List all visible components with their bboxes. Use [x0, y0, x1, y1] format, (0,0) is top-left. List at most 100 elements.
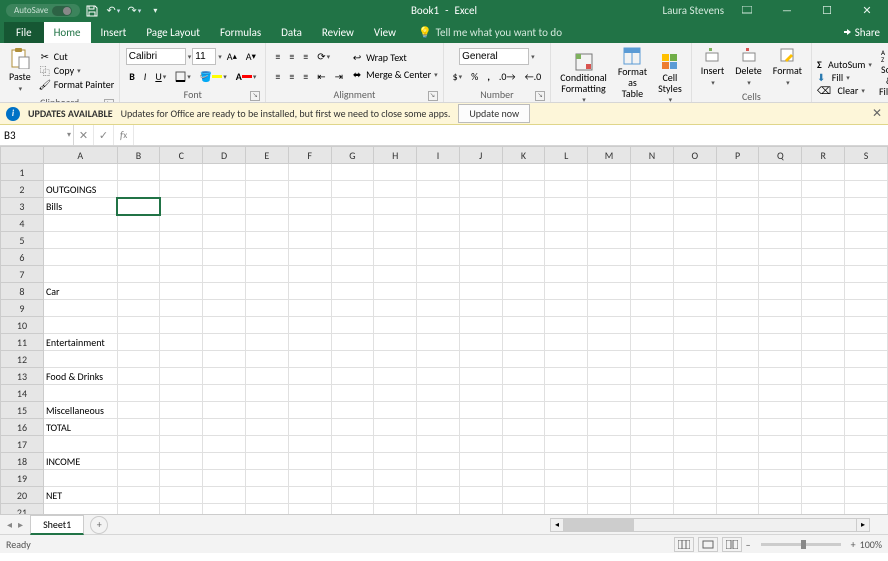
col-header-R[interactable]: R — [802, 147, 845, 164]
cell-A10[interactable] — [43, 317, 117, 334]
cell-E12[interactable] — [245, 351, 288, 368]
col-header-S[interactable]: S — [845, 147, 888, 164]
cell-J19[interactable] — [459, 470, 502, 487]
cell-M18[interactable] — [588, 453, 631, 470]
cell-K10[interactable] — [502, 317, 545, 334]
cell-B1[interactable] — [117, 164, 160, 181]
col-header-O[interactable]: O — [673, 147, 716, 164]
cell-I8[interactable] — [417, 283, 460, 300]
cell-G7[interactable] — [331, 266, 374, 283]
scroll-track[interactable] — [564, 518, 856, 532]
col-header-C[interactable]: C — [160, 147, 203, 164]
cell-B2[interactable] — [117, 181, 160, 198]
cell-B14[interactable] — [117, 385, 160, 402]
cell-S20[interactable] — [845, 487, 888, 504]
cell-P10[interactable] — [716, 317, 759, 334]
cell-C16[interactable] — [160, 419, 203, 436]
cell-C4[interactable] — [160, 215, 203, 232]
cell-L18[interactable] — [545, 453, 588, 470]
cell-J2[interactable] — [459, 181, 502, 198]
cell-K13[interactable] — [502, 368, 545, 385]
cell-F21[interactable] — [288, 504, 331, 515]
cell-P9[interactable] — [716, 300, 759, 317]
row-header-8[interactable]: 8 — [1, 283, 44, 300]
cell-I10[interactable] — [417, 317, 460, 334]
cell-L20[interactable] — [545, 487, 588, 504]
cell-B18[interactable] — [117, 453, 160, 470]
cell-A21[interactable] — [43, 504, 117, 515]
close-icon[interactable]: ✕ — [850, 0, 884, 21]
cell-L13[interactable] — [545, 368, 588, 385]
clear-button[interactable]: ⌫ Clear▾ — [817, 84, 872, 97]
cell-Q8[interactable] — [759, 283, 802, 300]
cell-B8[interactable] — [117, 283, 160, 300]
cell-N8[interactable] — [631, 283, 674, 300]
cell-I7[interactable] — [417, 266, 460, 283]
page-break-view-button[interactable] — [722, 537, 742, 552]
cell-K6[interactable] — [502, 249, 545, 266]
cell-G2[interactable] — [331, 181, 374, 198]
cell-R13[interactable] — [802, 368, 845, 385]
cell-K2[interactable] — [502, 181, 545, 198]
cell-M2[interactable] — [588, 181, 631, 198]
cell-A13[interactable]: Food & Drinks — [43, 368, 117, 385]
cell-F15[interactable] — [288, 402, 331, 419]
col-header-N[interactable]: N — [631, 147, 674, 164]
cell-B4[interactable] — [117, 215, 160, 232]
cell-S8[interactable] — [845, 283, 888, 300]
cell-L17[interactable] — [545, 436, 588, 453]
format-painter-button[interactable]: 🖌Format Painter — [38, 77, 114, 91]
cell-N13[interactable] — [631, 368, 674, 385]
page-layout-view-button[interactable] — [698, 537, 718, 552]
cell-J15[interactable] — [459, 402, 502, 419]
cell-Q19[interactable] — [759, 470, 802, 487]
cell-G4[interactable] — [331, 215, 374, 232]
cell-F14[interactable] — [288, 385, 331, 402]
cell-O6[interactable] — [673, 249, 716, 266]
cell-S17[interactable] — [845, 436, 888, 453]
cell-J1[interactable] — [459, 164, 502, 181]
row-header-9[interactable]: 9 — [1, 300, 44, 317]
cell-J9[interactable] — [459, 300, 502, 317]
cell-D12[interactable] — [203, 351, 246, 368]
cell-E14[interactable] — [245, 385, 288, 402]
cell-L11[interactable] — [545, 334, 588, 351]
cell-E6[interactable] — [245, 249, 288, 266]
cell-K14[interactable] — [502, 385, 545, 402]
share-button[interactable]: Share — [833, 22, 888, 43]
cell-F12[interactable] — [288, 351, 331, 368]
update-now-button[interactable]: Update now — [458, 104, 530, 123]
cell-D17[interactable] — [203, 436, 246, 453]
cell-K5[interactable] — [502, 232, 545, 249]
cell-K15[interactable] — [502, 402, 545, 419]
cell-O18[interactable] — [673, 453, 716, 470]
cell-C17[interactable] — [160, 436, 203, 453]
cell-H21[interactable] — [374, 504, 417, 515]
cell-P13[interactable] — [716, 368, 759, 385]
cell-L4[interactable] — [545, 215, 588, 232]
cell-B20[interactable] — [117, 487, 160, 504]
cell-D9[interactable] — [203, 300, 246, 317]
cell-E2[interactable] — [245, 181, 288, 198]
cell-Q9[interactable] — [759, 300, 802, 317]
align-top-button[interactable]: ≡ — [271, 48, 284, 65]
cell-Q7[interactable] — [759, 266, 802, 283]
row-header-21[interactable]: 21 — [1, 504, 44, 515]
cell-B17[interactable] — [117, 436, 160, 453]
cell-A1[interactable] — [43, 164, 117, 181]
cell-D11[interactable] — [203, 334, 246, 351]
cell-N7[interactable] — [631, 266, 674, 283]
cell-H18[interactable] — [374, 453, 417, 470]
row-header-5[interactable]: 5 — [1, 232, 44, 249]
cell-G18[interactable] — [331, 453, 374, 470]
font-dialog-launcher[interactable]: ↘ — [250, 91, 260, 101]
cancel-formula-button[interactable]: ✕ — [74, 125, 94, 145]
cell-S19[interactable] — [845, 470, 888, 487]
cell-H10[interactable] — [374, 317, 417, 334]
cell-I1[interactable] — [417, 164, 460, 181]
cell-I21[interactable] — [417, 504, 460, 515]
cell-R14[interactable] — [802, 385, 845, 402]
undo-icon[interactable]: ↶▾ — [104, 2, 122, 20]
zoom-level[interactable]: 100% — [860, 538, 882, 551]
cell-Q12[interactable] — [759, 351, 802, 368]
